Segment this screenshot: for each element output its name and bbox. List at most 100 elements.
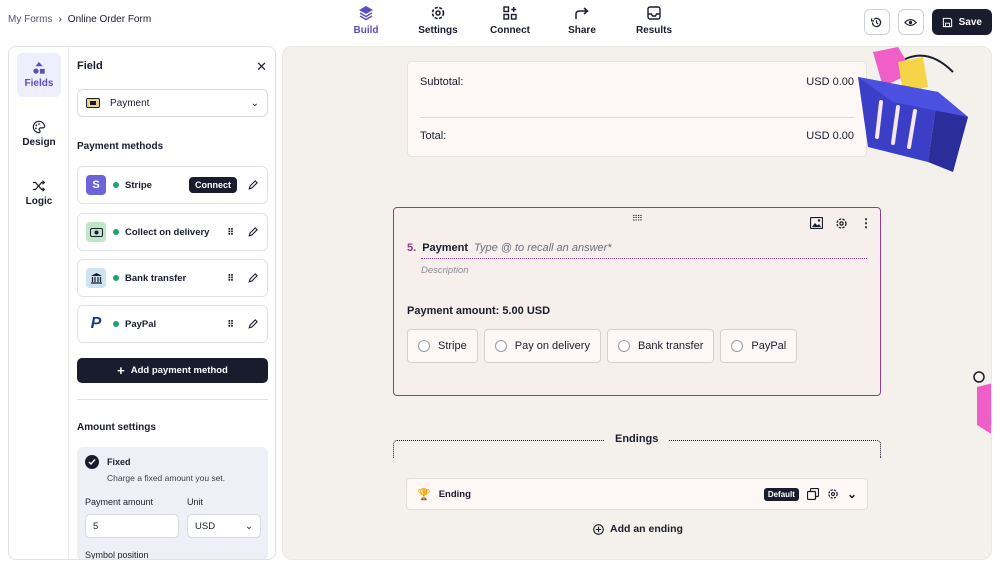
radio-icon bbox=[617, 340, 630, 352]
option-label: Pay on delivery bbox=[514, 340, 590, 352]
form-canvas: Subtotal: USD 0.00 Total: USD 0.00 ⠿⠿ ⋮ … bbox=[282, 46, 992, 560]
option-paypal[interactable]: PayPal bbox=[720, 329, 798, 363]
payment-method-name: PayPal bbox=[125, 318, 157, 330]
breadcrumb-my-forms[interactable]: My Forms bbox=[8, 14, 52, 25]
share-arrow-icon bbox=[575, 7, 589, 19]
trophy-icon: 🏆 bbox=[417, 488, 431, 501]
tab-settings[interactable]: Settings bbox=[402, 5, 474, 36]
subtotal-row: Subtotal: USD 0.00 bbox=[420, 76, 854, 88]
rail-design[interactable]: Design bbox=[17, 112, 61, 156]
shapes-icon bbox=[33, 61, 45, 74]
option-pay-on-delivery[interactable]: Pay on delivery bbox=[483, 329, 601, 363]
history-button[interactable] bbox=[863, 9, 890, 35]
total-label: Total: bbox=[420, 130, 447, 142]
radio-icon bbox=[418, 340, 430, 352]
question-description[interactable]: Description bbox=[421, 265, 469, 276]
rail-design-label: Design bbox=[22, 137, 56, 148]
stripe-logo-icon: S bbox=[86, 175, 106, 195]
total-value: USD 0.00 bbox=[806, 130, 854, 142]
payment-amount-text: Payment amount: 5.00 USD bbox=[407, 305, 551, 317]
basket-illustration bbox=[858, 47, 968, 172]
question-number: 5. bbox=[407, 242, 417, 254]
tab-share-label: Share bbox=[568, 25, 596, 36]
duplicate-icon[interactable] bbox=[806, 488, 819, 500]
total-row: Total: USD 0.00 bbox=[420, 130, 854, 142]
payment-method-stripe: S Stripe Connect bbox=[77, 166, 268, 204]
drag-handle-icon[interactable]: ⠿ bbox=[227, 273, 234, 284]
default-badge: Default bbox=[763, 487, 799, 501]
chevron-down-icon[interactable]: ⌄ bbox=[847, 487, 857, 501]
edit-pencil-icon[interactable] bbox=[247, 179, 259, 191]
option-bank-transfer[interactable]: Bank transfer bbox=[606, 329, 715, 363]
fixed-amount-option[interactable]: Fixed Charge a fixed amount you set. Pay… bbox=[77, 447, 268, 559]
left-panel: Fields Design Logic Field ✕ Payment ⌄ Pa… bbox=[8, 46, 276, 560]
check-circle-icon bbox=[85, 455, 99, 469]
option-stripe[interactable]: Stripe bbox=[407, 329, 478, 363]
save-icon bbox=[942, 17, 952, 27]
gear-icon bbox=[431, 6, 445, 20]
status-dot bbox=[113, 229, 119, 235]
drag-handle-icon[interactable]: ⠿⠿ bbox=[632, 214, 643, 223]
payment-methods-title: Payment methods bbox=[77, 141, 164, 152]
drag-handle-icon[interactable]: ⠿ bbox=[227, 319, 234, 330]
question-title[interactable]: 5. Payment Type @ to recall an answer* bbox=[407, 242, 612, 254]
rail-fields-label: Fields bbox=[24, 78, 54, 89]
tab-share[interactable]: Share bbox=[546, 5, 618, 36]
gear-icon[interactable] bbox=[827, 488, 839, 500]
status-dot bbox=[113, 275, 119, 281]
plus-icon: + bbox=[117, 363, 125, 378]
option-label: PayPal bbox=[751, 340, 787, 352]
edit-pencil-icon[interactable] bbox=[247, 226, 259, 238]
paypal-logo-icon: P bbox=[90, 315, 102, 332]
bank-icon bbox=[86, 268, 106, 288]
question-card[interactable]: ⠿⠿ ⋮ 5. Payment Type @ to recall an answ… bbox=[393, 207, 881, 396]
top-right-actions: Save bbox=[863, 9, 992, 35]
rail-logic[interactable]: Logic bbox=[17, 171, 61, 215]
payment-amount-input[interactable]: 5 bbox=[85, 514, 179, 538]
amount-settings-title: Amount settings bbox=[77, 422, 156, 433]
ending-card[interactable]: 🏆 Ending Default ⌄ bbox=[406, 478, 868, 510]
rail-logic-label: Logic bbox=[25, 196, 53, 207]
add-ending-label: Add an ending bbox=[610, 523, 683, 535]
eye-icon bbox=[904, 18, 918, 26]
status-dot bbox=[113, 321, 119, 327]
fixed-label: Fixed bbox=[107, 457, 131, 467]
tab-results[interactable]: Results bbox=[618, 5, 690, 36]
close-icon[interactable]: ✕ bbox=[256, 59, 267, 75]
shuffle-icon bbox=[32, 180, 46, 192]
preview-button[interactable] bbox=[897, 9, 924, 35]
drag-handle-icon[interactable]: ⠿ bbox=[227, 227, 234, 238]
tab-build-label: Build bbox=[353, 25, 379, 36]
unit-select[interactable]: USD ⌄ bbox=[187, 514, 261, 538]
payment-method-name: Collect on delivery bbox=[125, 226, 210, 238]
tab-build[interactable]: Build bbox=[330, 5, 402, 36]
add-payment-method-label: Add payment method bbox=[130, 365, 228, 376]
field-type-select[interactable]: Payment ⌄ bbox=[77, 89, 268, 117]
tab-connect[interactable]: Connect bbox=[474, 5, 546, 36]
payment-method-bank-transfer: Bank transfer ⠿ bbox=[77, 259, 268, 297]
edit-pencil-icon[interactable] bbox=[247, 272, 259, 284]
field-panel-title: Field bbox=[77, 60, 103, 72]
payment-options: Stripe Pay on delivery Bank transfer Pay… bbox=[407, 329, 798, 363]
more-options-icon[interactable]: ⋮ bbox=[860, 216, 872, 230]
inbox-icon bbox=[647, 6, 661, 20]
save-button[interactable]: Save bbox=[931, 9, 992, 35]
breadcrumb-current: Online Order Form bbox=[67, 14, 152, 25]
unit-value: USD bbox=[195, 520, 216, 532]
connect-button[interactable]: Connect bbox=[189, 177, 237, 193]
edit-pencil-icon[interactable] bbox=[247, 318, 259, 330]
breadcrumb-separator: › bbox=[58, 14, 62, 25]
chevron-down-icon: ⌄ bbox=[250, 97, 259, 109]
payment-amount-label: Payment amount bbox=[85, 497, 154, 507]
payment-icon bbox=[86, 98, 100, 108]
radio-icon bbox=[731, 340, 744, 352]
add-payment-method-button[interactable]: + Add payment method bbox=[77, 358, 268, 383]
rail-fields[interactable]: Fields bbox=[17, 53, 61, 97]
order-summary: Subtotal: USD 0.00 Total: USD 0.00 bbox=[407, 61, 867, 157]
payment-amount-value: 5 bbox=[93, 520, 99, 532]
chevron-down-icon: ⌄ bbox=[245, 520, 253, 532]
add-ending-button[interactable]: Add an ending bbox=[593, 523, 683, 535]
image-icon[interactable] bbox=[810, 217, 823, 229]
payment-method-name: Stripe bbox=[125, 179, 152, 191]
gear-icon[interactable] bbox=[835, 217, 848, 230]
